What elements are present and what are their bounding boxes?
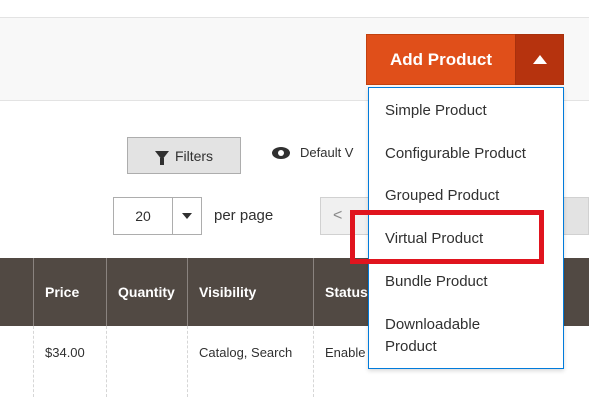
highlight-box xyxy=(350,210,544,264)
per-page-value: 20 xyxy=(114,198,173,234)
per-page-label: per page xyxy=(214,207,274,224)
caret-down-icon xyxy=(182,213,192,219)
menu-item-configurable-product[interactable]: Configurable Product xyxy=(385,143,555,165)
per-page-select[interactable]: 20 xyxy=(113,197,202,235)
add-product-button[interactable]: Add Product xyxy=(366,34,515,85)
filters-button[interactable]: Filters xyxy=(127,137,241,174)
menu-item-grouped-product[interactable]: Grouped Product xyxy=(385,185,555,207)
column-header-quantity[interactable]: Quantity xyxy=(106,258,187,326)
menu-item-downloadable-product[interactable]: Downloadable Product xyxy=(385,314,495,358)
view-switcher[interactable]: Default V xyxy=(272,145,353,160)
menu-item-bundle-product[interactable]: Bundle Product xyxy=(385,271,555,293)
cell-blank xyxy=(0,326,33,397)
chevron-left-icon: < xyxy=(333,207,343,224)
cell-visibility: Catalog, Search xyxy=(187,326,313,397)
cell-price: $34.00 xyxy=(33,326,106,397)
eye-icon xyxy=(272,146,290,159)
per-page-toggle[interactable] xyxy=(173,198,201,234)
view-label: Default V xyxy=(300,145,354,160)
add-product-toggle[interactable] xyxy=(515,34,564,85)
funnel-icon xyxy=(154,151,169,165)
filters-label: Filters xyxy=(174,147,214,164)
add-product-split-button: Add Product xyxy=(366,34,564,85)
column-header-visibility[interactable]: Visibility xyxy=(187,258,313,326)
caret-up-icon xyxy=(532,55,547,64)
column-header-blank xyxy=(0,258,33,326)
menu-item-simple-product[interactable]: Simple Product xyxy=(385,100,555,122)
column-header-price[interactable]: Price xyxy=(33,258,106,326)
cell-quantity xyxy=(106,326,187,397)
